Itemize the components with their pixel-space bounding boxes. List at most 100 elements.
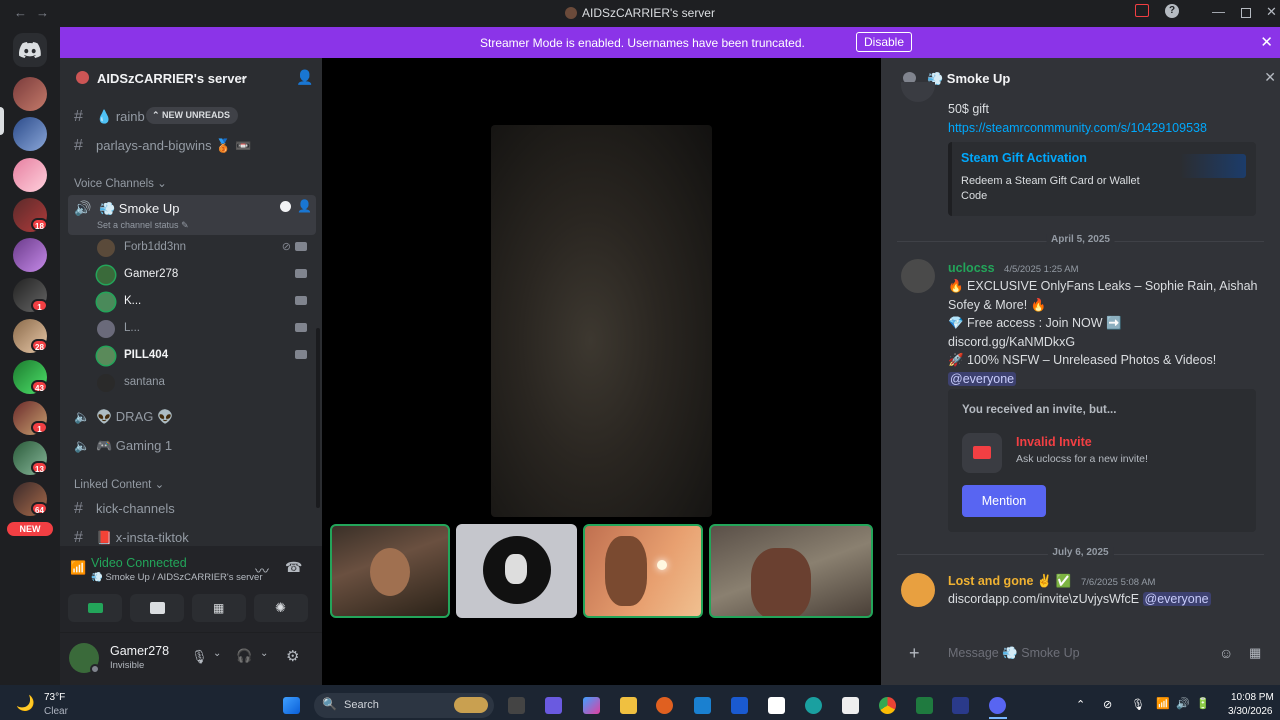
discord-taskbar-icon[interactable] <box>989 697 1006 714</box>
teams-icon[interactable] <box>545 697 562 714</box>
voice-user[interactable]: santana <box>97 371 317 395</box>
noise-suppression-icon[interactable]: 〰 <box>255 561 269 581</box>
channel-rainb[interactable]: # 💧 rainb <box>74 108 145 126</box>
network-off-icon[interactable]: ⊘ <box>1103 698 1112 711</box>
chat-bubble-icon[interactable] <box>280 201 291 212</box>
mail-icon[interactable] <box>694 697 711 714</box>
signal-icon[interactable]: 📶 <box>70 560 86 576</box>
camera-icon <box>295 350 307 359</box>
video-tile[interactable] <box>583 524 703 618</box>
channel-parlays-and-bigwins[interactable]: # parlays-and-bigwins 🥉 📼 <box>74 137 251 155</box>
username[interactable]: Gamer278 <box>110 644 169 658</box>
activities-button[interactable]: ▦ <box>192 594 246 622</box>
voice-location[interactable]: 💨 Smoke Up / AIDSzCARRIER's server <box>91 572 263 583</box>
taskbar-date[interactable]: 3/30/2026 <box>1228 706 1273 717</box>
server-icon[interactable] <box>13 238 47 272</box>
disable-streamer-mode-button[interactable]: Disable <box>856 32 913 52</box>
new-unreads-pill[interactable]: ⌃ NEW UNREADS <box>146 107 239 124</box>
headphones-icon[interactable]: 🎧 <box>236 648 252 664</box>
channel-kick-channels[interactable]: # kick-channels <box>74 500 175 518</box>
video-tile[interactable] <box>456 524 577 618</box>
avatar[interactable] <box>901 259 935 293</box>
firefox-icon[interactable] <box>656 697 673 714</box>
channel-name: 👽 DRAG 👽 <box>96 409 174 424</box>
weather-moon-icon[interactable]: 🌙 <box>16 694 35 712</box>
volume-icon[interactable]: 🔊 <box>1176 697 1190 710</box>
everyone-mention[interactable]: @everyone <box>948 372 1017 386</box>
soundboard-button[interactable]: ✺ <box>254 594 308 622</box>
add-member-icon[interactable]: 👤 <box>296 69 313 86</box>
battery-icon[interactable]: 🔋 <box>1196 697 1210 710</box>
voice-user[interactable]: L... <box>97 317 317 341</box>
minimize-icon[interactable]: — <box>1212 4 1225 19</box>
voice-channel-gaming-1[interactable]: 🔈 🎮 Gaming 1 <box>74 438 172 454</box>
camera-icon <box>295 269 307 278</box>
message-author[interactable]: Lost and gone ✌️ ✅ <box>948 574 1072 588</box>
new-unreads-pill[interactable]: NEW <box>7 522 53 536</box>
server-icon[interactable] <box>13 77 47 111</box>
add-member-icon[interactable]: 👤 <box>297 199 312 213</box>
apps-icon[interactable]: ▦ <box>1249 645 1261 661</box>
chevron-down-icon[interactable]: ⌄ <box>260 648 268 659</box>
screen-share-button[interactable] <box>130 594 184 622</box>
voice-user[interactable]: Gamer278 <box>97 263 317 287</box>
close-banner-icon[interactable]: ✕ <box>1260 33 1273 51</box>
wifi-icon[interactable]: 📶 <box>1156 697 1170 710</box>
direct-messages-icon[interactable] <box>13 33 47 67</box>
maximize-icon[interactable] <box>1241 8 1251 18</box>
voice-user[interactable]: Forb1dd3nn ⊘ <box>97 236 317 260</box>
message-author[interactable]: uclocss <box>948 261 995 275</box>
voice-status[interactable]: Video Connected <box>91 556 187 570</box>
voice-channel-drag[interactable]: 🔈 👽 DRAG 👽 <box>74 409 173 425</box>
video-tile[interactable] <box>709 524 873 618</box>
everyone-mention[interactable]: @everyone <box>1142 592 1211 606</box>
mention-button[interactable]: Mention <box>962 485 1046 517</box>
app-icon[interactable] <box>952 697 969 714</box>
close-window-icon[interactable]: ✕ <box>1266 4 1277 20</box>
start-icon[interactable] <box>283 697 300 714</box>
chrome-icon[interactable] <box>879 697 896 714</box>
dropbox-icon[interactable] <box>731 697 748 714</box>
close-chat-icon[interactable]: ✕ <box>1264 69 1276 86</box>
settings-gear-icon[interactable]: ⚙ <box>286 647 299 665</box>
embed-description: Redeem a Steam Gift Card or Wallet <box>961 175 1140 187</box>
channel-x-insta-tiktok[interactable]: # 📕 x-insta-tiktok <box>74 529 189 547</box>
taskbar-time[interactable]: 10:08 PM <box>1231 692 1274 703</box>
focused-video-stream[interactable] <box>491 125 712 517</box>
disconnect-icon[interactable]: ☎ <box>285 559 302 576</box>
voice-user[interactable]: PILL404 <box>97 344 317 368</box>
embed-title[interactable]: Steam Gift Activation <box>961 151 1087 165</box>
microphone-icon[interactable]: 🎙 <box>1131 698 1145 711</box>
category-linked-content[interactable]: Linked Content ⌄ <box>74 477 164 491</box>
category-voice-channels[interactable]: Voice Channels ⌄ <box>74 176 167 190</box>
chevron-up-icon[interactable]: ⌃ <box>1076 698 1085 711</box>
active-voice-channel[interactable]: 🔊 💨 Smoke Up Set a channel status ✎ 👤 <box>68 195 316 235</box>
channel-status[interactable]: Set a channel status ✎ <box>97 220 189 231</box>
video-tile[interactable] <box>330 524 450 618</box>
task-view-icon[interactable] <box>508 697 525 714</box>
camera-button[interactable] <box>68 594 122 622</box>
server-icon[interactable] <box>13 117 47 151</box>
notion-icon[interactable] <box>768 697 785 714</box>
inbox-icon[interactable] <box>1135 4 1149 17</box>
weather-temperature[interactable]: 73°F <box>44 692 65 703</box>
microphone-icon[interactable]: 🎙 <box>191 649 208 665</box>
server-header[interactable]: AIDSzCARRIER's server ⌄ 👤 <box>60 58 322 98</box>
avatar[interactable] <box>901 573 935 607</box>
message-link[interactable]: https://steamrconmmunity.com/s/104291095… <box>948 119 1207 138</box>
sidebar-scrollbar[interactable] <box>316 328 320 508</box>
message-input[interactable]: Message 💨 Smoke Up <box>948 646 1080 661</box>
copilot-icon[interactable] <box>583 697 600 714</box>
streamer-mode-banner: Streamer Mode is enabled. Usernames have… <box>60 27 1280 58</box>
voice-user[interactable]: K... <box>97 290 317 314</box>
help-icon[interactable]: ? <box>1165 4 1179 18</box>
file-explorer-icon[interactable] <box>620 697 637 714</box>
app-icon[interactable] <box>916 697 933 714</box>
chevron-down-icon[interactable]: ⌄ <box>213 648 221 659</box>
taskbar-search[interactable]: 🔍 Search <box>314 693 494 718</box>
notepad-icon[interactable] <box>842 697 859 714</box>
emoji-icon[interactable]: ☺ <box>1219 645 1233 661</box>
edge-icon[interactable] <box>805 697 822 714</box>
server-icon[interactable] <box>13 158 47 192</box>
add-attachment-icon[interactable]: + <box>909 643 920 664</box>
